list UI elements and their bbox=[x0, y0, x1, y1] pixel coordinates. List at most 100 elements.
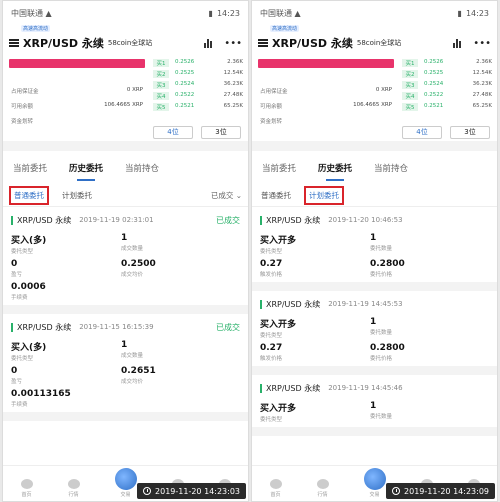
order-card[interactable]: XRP/USD 永续 2019-11-15 16:15:39 已成交 买入(多) 委托类… bbox=[3, 314, 248, 421]
order-field-label: 委托类型 bbox=[260, 417, 283, 423]
bid-amount: 12.54K bbox=[223, 70, 243, 76]
account-row[interactable]: 资金划转 bbox=[260, 117, 392, 125]
orderbook-row[interactable]: 买1 0.2526 2.36K bbox=[153, 59, 243, 67]
order-field-label: 成交数量 bbox=[121, 353, 144, 359]
order-marker bbox=[260, 383, 262, 393]
nav-item-0[interactable]: 首页 bbox=[269, 479, 282, 498]
orderbook-row[interactable]: 买5 0.2521 65.25K bbox=[402, 103, 492, 111]
menu-icon[interactable] bbox=[9, 39, 19, 47]
nav-item-2[interactable]: 交易 bbox=[363, 468, 386, 498]
menu-icon[interactable] bbox=[258, 39, 268, 47]
depth-option-4[interactable]: 4位 bbox=[153, 126, 193, 139]
order-contract: XRP/USD 永续 bbox=[266, 383, 321, 393]
exchange-name: 58coin全球站 bbox=[356, 39, 402, 47]
screenshot-panel-right: 中国联通 ▲ ▮ 14:23 高速高流动 XRP/USD 永续 58coin全球站 ••• 占… bbox=[251, 0, 498, 502]
orderbook-row[interactable]: 买4 0.2522 27.48K bbox=[153, 92, 243, 100]
chart-icon[interactable] bbox=[453, 38, 462, 48]
order-field-label: 委托类型 bbox=[11, 249, 34, 255]
subtab-0[interactable]: 普通委托 bbox=[9, 186, 49, 205]
order-field-label: 委托价格 bbox=[370, 272, 393, 278]
order-field-label: 手续费 bbox=[11, 295, 28, 301]
orderbook-row[interactable]: 买4 0.2522 27.48K bbox=[402, 92, 492, 100]
order-time: 2019-11-19 14:45:53 bbox=[328, 300, 403, 308]
order-field-value: 0.27 bbox=[260, 343, 283, 353]
orderbook-row[interactable]: 买2 0.2525 12.54K bbox=[402, 70, 492, 78]
nav-item-2[interactable]: 交易 bbox=[114, 468, 137, 498]
contract-pair-title[interactable]: XRP/USD 永续 bbox=[272, 35, 353, 51]
depth-option-3[interactable]: 3位 bbox=[450, 126, 490, 139]
screenshot-panel-left: 中国联通 ▲ ▮ 14:23 高速高流动 XRP/USD 永续 58coin全球站 ••• 占… bbox=[2, 0, 249, 502]
order-field-value: 0.2500 bbox=[121, 259, 156, 269]
order-field: 1 委托数量 bbox=[370, 317, 480, 339]
tab-2[interactable]: 当前持仓 bbox=[125, 162, 159, 174]
order-card[interactable]: XRP/USD 永续 2019-11-19 14:45:46 买入开多 委托类型 1 委托… bbox=[252, 375, 497, 436]
orderbook-row[interactable]: 买3 0.2524 36.23K bbox=[153, 81, 243, 89]
order-button-bar[interactable] bbox=[258, 59, 394, 68]
tab-1[interactable]: 历史委托 bbox=[318, 162, 352, 181]
orderbook-row[interactable]: 买5 0.2521 65.25K bbox=[153, 103, 243, 111]
order-card[interactable]: XRP/USD 永续 2019-11-19 14:45:53 买入开多 委托类型 1 委托… bbox=[252, 291, 497, 375]
bid-price: 0.2522 bbox=[175, 92, 195, 98]
order-field-value: 买入开多 bbox=[260, 236, 297, 246]
order-card[interactable]: XRP/USD 永续 2019-11-19 02:31:01 已成交 买入(多) 委托类… bbox=[3, 207, 248, 314]
orderbook-row[interactable]: 买1 0.2526 2.36K bbox=[402, 59, 492, 67]
subtab-1[interactable]: 计划委托 bbox=[59, 188, 95, 203]
order-marker bbox=[260, 299, 262, 309]
clock-icon bbox=[143, 487, 152, 495]
bid-amount: 27.48K bbox=[472, 92, 492, 98]
orderbook-row[interactable]: 买2 0.2525 12.54K bbox=[153, 70, 243, 78]
more-icon[interactable]: ••• bbox=[473, 38, 491, 49]
status-bar: 中国联通 ▲ ▮ 14:23 bbox=[252, 1, 497, 25]
order-field-label: 盈亏 bbox=[11, 379, 23, 385]
nav-item-0[interactable]: 首页 bbox=[20, 479, 33, 498]
nav-item-1[interactable]: 行情 bbox=[67, 479, 80, 498]
order-field: 0.27 触发价格 bbox=[260, 259, 370, 278]
order-field-value: 0 bbox=[11, 259, 18, 269]
nav-label: 交易 bbox=[369, 492, 380, 498]
tab-0[interactable]: 当前委托 bbox=[262, 162, 296, 174]
order-button-bar[interactable] bbox=[9, 59, 145, 68]
account-row[interactable]: 资金划转 bbox=[11, 117, 143, 125]
order-card[interactable]: XRP/USD 永续 2019-11-20 10:46:53 买入开多 委托类型 1 委托… bbox=[252, 207, 497, 291]
subtab-1[interactable]: 计划委托 bbox=[304, 186, 344, 205]
order-field-value: 买入(多) bbox=[11, 236, 47, 246]
depth-option-3[interactable]: 3位 bbox=[201, 126, 241, 139]
order-field: 买入开多 委托类型 bbox=[260, 317, 370, 339]
account-label: 资金划转 bbox=[260, 119, 283, 125]
bid-amount: 12.54K bbox=[472, 70, 492, 76]
tab-1[interactable]: 历史委托 bbox=[69, 162, 103, 181]
bid-price: 0.2521 bbox=[175, 103, 195, 109]
tab-2[interactable]: 当前持仓 bbox=[374, 162, 408, 174]
order-field: 买入(多) 委托类型 bbox=[11, 340, 121, 362]
capture-timestamp: 2019-11-20 14:23:09 bbox=[386, 483, 495, 499]
order-field-value: 买入开多 bbox=[260, 404, 297, 414]
status-filter[interactable]: 已成交 ⌄ bbox=[211, 190, 242, 201]
promo-tag: 高速高流动 bbox=[270, 25, 300, 32]
battery-icon: ▮ bbox=[208, 8, 213, 18]
order-field-label: 委托数量 bbox=[370, 414, 393, 420]
order-field-value: 1 bbox=[370, 233, 377, 243]
bid-level: 买5 bbox=[153, 103, 169, 111]
battery-icon: ▮ bbox=[457, 8, 462, 18]
order-time: 2019-11-19 02:31:01 bbox=[79, 216, 154, 224]
account-value: 0 XRP bbox=[375, 87, 392, 93]
order-state: 已成交 bbox=[216, 215, 240, 225]
order-field-label: 成交均价 bbox=[121, 379, 144, 385]
tab-0[interactable]: 当前委托 bbox=[13, 162, 47, 174]
chart-icon[interactable] bbox=[204, 38, 213, 48]
account-label: 可用余额 bbox=[260, 104, 283, 110]
nav-item-1[interactable]: 行情 bbox=[316, 479, 329, 498]
order-field-label: 委托数量 bbox=[370, 246, 393, 252]
nav-icon bbox=[363, 468, 386, 490]
account-section: 占用保证金 0 XRP 可用余额 106.4665 XRP 资金划转 买1 0.2526 2.… bbox=[3, 59, 248, 141]
account-row: 可用余额 106.4665 XRP bbox=[11, 102, 143, 110]
contract-pair-title[interactable]: XRP/USD 永续 bbox=[23, 35, 104, 51]
more-icon[interactable]: ••• bbox=[224, 38, 242, 49]
depth-option-4[interactable]: 4位 bbox=[402, 126, 442, 139]
nav-label: 行情 bbox=[317, 492, 328, 498]
account-label: 可用余额 bbox=[11, 104, 34, 110]
order-field-value: 1 bbox=[121, 233, 128, 243]
bid-level: 买3 bbox=[402, 81, 418, 89]
subtab-0[interactable]: 普通委托 bbox=[258, 188, 294, 203]
orderbook-row[interactable]: 买3 0.2524 36.23K bbox=[402, 81, 492, 89]
